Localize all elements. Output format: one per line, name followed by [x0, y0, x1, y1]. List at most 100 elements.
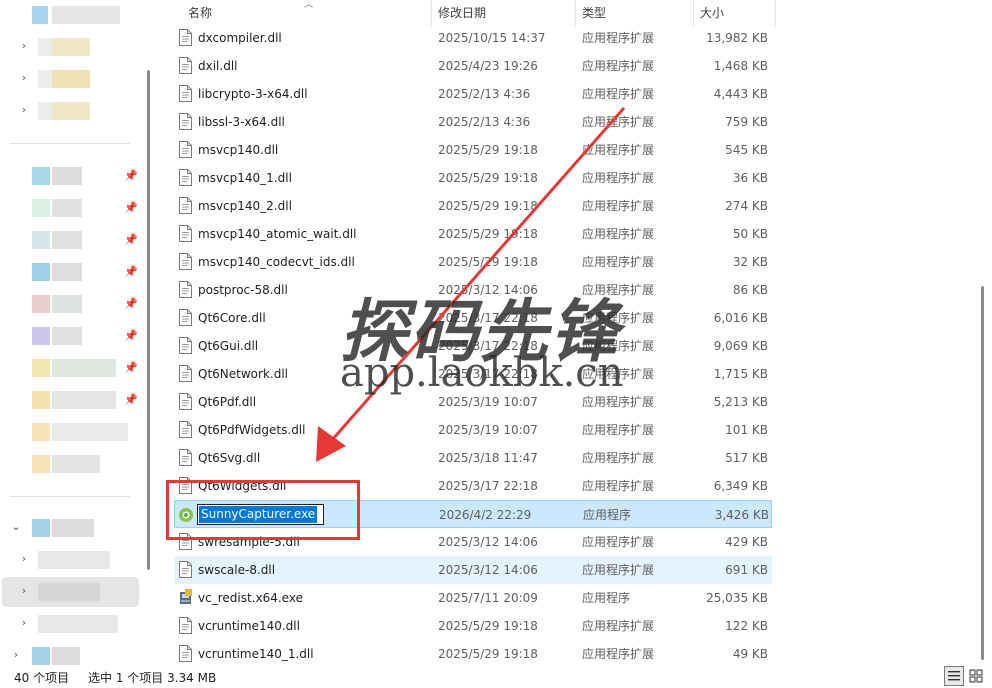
quick-access-item[interactable]: 📌	[0, 353, 140, 383]
chevron-right-icon[interactable]: ›	[18, 585, 30, 597]
chevron-right-icon[interactable]: ›	[10, 649, 22, 661]
nav-item[interactable]: ⌄	[0, 513, 140, 543]
quick-access-item[interactable]	[0, 417, 140, 447]
file-date: 2025/5/29 19:18	[438, 255, 538, 269]
file-row[interactable]: dxil.dll 2025/4/23 19:26 应用程序扩展 1,468 KB	[174, 52, 772, 80]
file-row[interactable]: postproc-58.dll 2025/3/12 14:06 应用程序扩展 86 K…	[174, 276, 772, 304]
file-date: 2025/10/15 14:37	[438, 31, 546, 45]
chevron-right-icon[interactable]: ›	[18, 617, 30, 629]
chevron-right-icon[interactable]: ›	[18, 72, 30, 84]
quick-access-item[interactable]: 📌	[0, 321, 140, 351]
details-view-button[interactable]	[944, 666, 964, 686]
file-row[interactable]: vc_redist.x64.exe 2025/7/11 20:09 应用程序 25,0…	[174, 584, 772, 612]
dll-file-icon	[179, 645, 192, 662]
file-row[interactable]: vcruntime140.dll 2025/5/29 19:18 应用程序扩展 122…	[174, 612, 772, 640]
file-size: 4,443 KB	[713, 87, 768, 101]
nav-scrollbar[interactable]	[147, 70, 150, 570]
file-row[interactable]: swresample-5.dll 2025/3/12 14:06 应用程序扩展 429…	[174, 528, 772, 556]
network-icon	[32, 647, 50, 665]
file-row[interactable]: dxcompiler.dll 2025/10/15 14:37 应用程序扩展 13,9…	[174, 24, 772, 52]
chevron-right-icon[interactable]: ›	[18, 553, 30, 565]
obscured-label	[52, 6, 120, 24]
file-date: 2025/5/29 19:18	[438, 199, 538, 213]
column-size[interactable]: 大小	[694, 0, 776, 27]
nav-item[interactable]: ›	[0, 545, 140, 575]
quick-access-item[interactable]: 📌	[0, 289, 140, 319]
nav-item[interactable]: ›	[0, 609, 140, 639]
folder-icon	[32, 359, 50, 377]
quick-access-item[interactable]: 📌	[0, 257, 140, 287]
scrollbar-thumb[interactable]	[981, 286, 984, 660]
file-row[interactable]: msvcp140.dll 2025/5/29 19:18 应用程序扩展 545 KB	[174, 136, 772, 164]
obscured-label	[52, 647, 80, 665]
file-date: 2025/5/29 19:18	[438, 619, 538, 633]
quick-access-item[interactable]: 📌	[0, 225, 140, 255]
file-name: dxil.dll	[198, 59, 238, 73]
obscured-label	[52, 38, 90, 56]
file-list-view[interactable]: 名称 ︿ 修改日期 类型 大小 dxcompiler.dll 2025/10/15…	[156, 0, 992, 666]
file-date: 2025/3/19 10:07	[438, 423, 538, 437]
file-row[interactable]: Qt6Network.dll 2025/3/17 22:18 应用程序扩展 1,715…	[174, 360, 772, 388]
file-row-selected[interactable]: SunnyCapturer.exe 2026/4/2 22:29 应用程序 3,426…	[174, 500, 772, 528]
nav-item-selected[interactable]: ›	[2, 577, 139, 607]
obscured-label	[52, 359, 116, 377]
file-row[interactable]: Qt6Core.dll 2025/3/17 22:18 应用程序扩展 6,016 KB	[174, 304, 772, 332]
file-row[interactable]: Qt6Widgets.dll 2025/3/17 22:18 应用程序扩展 6,349…	[174, 472, 772, 500]
obscured-label	[52, 423, 128, 441]
nav-item[interactable]: ›	[0, 96, 140, 126]
vertical-scrollbar[interactable]	[979, 0, 987, 666]
file-row[interactable]: msvcp140_atomic_wait.dll 2025/5/29 19:18 应…	[174, 220, 772, 248]
file-date: 2025/2/13 4:36	[438, 115, 531, 129]
file-row[interactable]: Qt6Gui.dll 2025/3/17 22:18 应用程序扩展 9,069 KB	[174, 332, 772, 360]
dll-file-icon	[179, 533, 192, 550]
sort-ascending-icon: ︿	[304, 0, 314, 10]
file-size: 6,016 KB	[713, 311, 768, 325]
file-row[interactable]: Qt6PdfWidgets.dll 2025/3/19 10:07 应用程序扩展 10…	[174, 416, 772, 444]
obscured-label	[52, 199, 82, 217]
rename-input[interactable]: SunnyCapturer.exe	[197, 504, 324, 525]
file-row[interactable]: msvcp140_1.dll 2025/5/29 19:18 应用程序扩展 36 KB	[174, 164, 772, 192]
nav-item[interactable]: ›	[0, 64, 140, 94]
obscured-label	[52, 167, 82, 185]
pin-icon: 📌	[124, 233, 138, 246]
navigation-pane[interactable]: › › › 📌 📌 📌 📌 📌 📌 📌 📌 ⌄ › › › ›	[0, 0, 152, 666]
file-row[interactable]: vcruntime140_1.dll 2025/5/29 19:18 应用程序扩展 4…	[174, 640, 772, 668]
file-size: 5,213 KB	[713, 395, 768, 409]
file-row[interactable]: libcrypto-3-x64.dll 2025/2/13 4:36 应用程序扩展 4…	[174, 80, 772, 108]
quick-access-item[interactable]: 📌	[0, 161, 140, 191]
file-row[interactable]: swscale-8.dll 2025/3/12 14:06 应用程序扩展 691 KB	[174, 556, 772, 584]
file-name: swscale-8.dll	[198, 563, 276, 577]
file-row[interactable]: libssl-3-x64.dll 2025/2/13 4:36 应用程序扩展 759 …	[174, 108, 772, 136]
file-name: msvcp140_1.dll	[198, 171, 292, 185]
quick-access-item[interactable]: 📌	[0, 385, 140, 415]
quick-access-item[interactable]	[0, 449, 140, 479]
obscured-label	[52, 327, 82, 345]
file-name: vcruntime140.dll	[198, 619, 300, 633]
file-size: 32 KB	[732, 255, 768, 269]
dll-file-icon	[179, 85, 192, 102]
file-row[interactable]: msvcp140_codecvt_ids.dll 2025/5/29 19:18 应…	[174, 248, 772, 276]
file-name: msvcp140_2.dll	[198, 199, 292, 213]
quick-access-item[interactable]: 📌	[0, 193, 140, 223]
file-row[interactable]: Qt6Svg.dll 2025/3/18 11:47 应用程序扩展 517 KB	[174, 444, 772, 472]
nav-item[interactable]: ›	[0, 32, 140, 62]
folder-icon	[32, 295, 50, 313]
tiles-view-button[interactable]	[966, 666, 986, 686]
file-date: 2025/3/17 22:18	[438, 479, 538, 493]
file-size: 9,069 KB	[713, 339, 768, 353]
chevron-right-icon[interactable]: ›	[18, 40, 30, 52]
chevron-down-icon[interactable]: ⌄	[10, 521, 22, 533]
file-size: 6,349 KB	[713, 479, 768, 493]
file-date: 2025/3/18 11:47	[438, 451, 538, 465]
chevron-right-icon[interactable]: ›	[18, 104, 30, 116]
file-row[interactable]: msvcp140_2.dll 2025/5/29 19:18 应用程序扩展 274 K…	[174, 192, 772, 220]
dll-file-icon	[179, 337, 192, 354]
obscured-label	[52, 391, 116, 409]
dll-file-icon	[179, 477, 192, 494]
column-type[interactable]: 类型	[576, 0, 694, 27]
folder-icon	[32, 231, 50, 249]
column-date[interactable]: 修改日期	[432, 0, 576, 27]
file-name: Qt6PdfWidgets.dll	[198, 423, 306, 437]
nav-item[interactable]	[0, 0, 140, 30]
file-row[interactable]: Qt6Pdf.dll 2025/3/19 10:07 应用程序扩展 5,213 KB	[174, 388, 772, 416]
